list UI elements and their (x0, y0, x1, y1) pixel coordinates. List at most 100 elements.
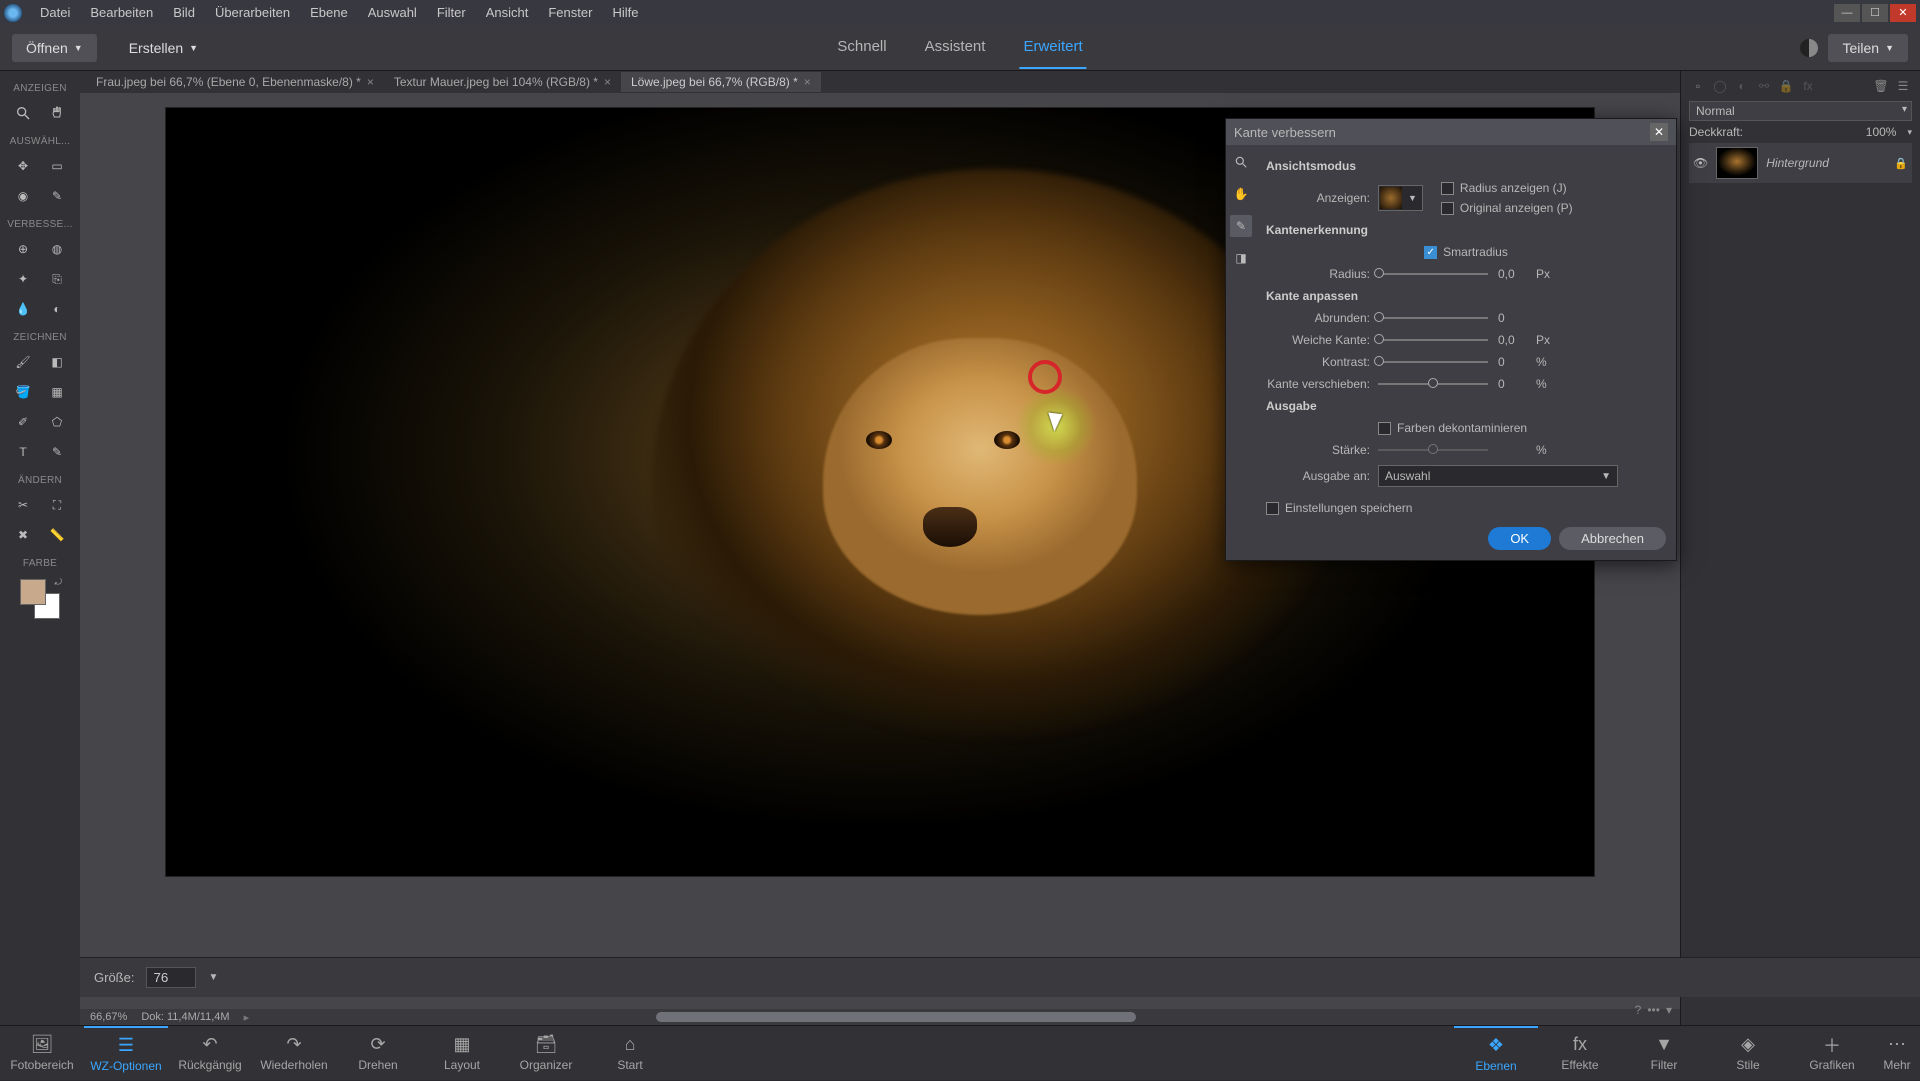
chevron-down-icon[interactable]: ▼ (208, 972, 218, 983)
more-icon[interactable]: ••• (1647, 1003, 1660, 1017)
feather-slider[interactable] (1378, 339, 1488, 341)
menu-select[interactable]: Auswahl (358, 5, 427, 20)
remember-checkbox[interactable] (1266, 502, 1279, 515)
minimize-button[interactable]: — (1834, 4, 1860, 22)
redo-button[interactable]: ↷Wiederholen (252, 1026, 336, 1081)
blur-tool-icon[interactable]: 💧 (9, 296, 37, 322)
organizer-button[interactable]: 🗃Organizer (504, 1026, 588, 1081)
redeye-tool-icon[interactable]: ⊕ (9, 236, 37, 262)
erase-refine-tool-icon[interactable]: ◨ (1230, 247, 1252, 269)
doc-tab[interactable]: Textur Mauer.jpeg bei 104% (RGB/8) *× (384, 72, 621, 92)
menu-window[interactable]: Fenster (538, 5, 602, 20)
hand-tool-icon[interactable]: ✋ (1230, 183, 1252, 205)
cancel-button[interactable]: Abbrechen (1559, 527, 1666, 550)
quick-select-tool-icon[interactable]: ✎ (43, 183, 71, 209)
brush-tool-icon[interactable]: 🖌 (9, 349, 37, 375)
sponge-tool-icon[interactable]: ◐ (43, 296, 71, 322)
layout-button[interactable]: ▦Layout (420, 1026, 504, 1081)
mode-guided[interactable]: Assistent (921, 26, 990, 69)
clone-tool-icon[interactable]: ⎘ (43, 266, 71, 292)
horizontal-scrollbar[interactable]: 66,67% Dok: 11,4M/11,4M ▸ (80, 1009, 1680, 1025)
menu-layer[interactable]: Ebene (300, 5, 358, 20)
menu-enhance[interactable]: Überarbeiten (205, 5, 300, 20)
blend-mode-select[interactable]: Normal (1689, 101, 1912, 121)
opacity-value[interactable]: 100% (1866, 125, 1897, 139)
show-original-checkbox[interactable] (1441, 202, 1454, 215)
open-button[interactable]: Öffnen▼ (12, 34, 97, 62)
zoom-tool-icon[interactable] (1230, 151, 1252, 173)
view-mode-select[interactable]: ▼ (1378, 185, 1423, 211)
menu-help[interactable]: Hilfe (602, 5, 648, 20)
smart-brush-tool-icon[interactable]: ✦ (9, 266, 37, 292)
move-tool-icon[interactable]: ✥ (9, 153, 37, 179)
doc-tab[interactable]: Löwe.jpeg bei 66,7% (RGB/8) *× (621, 72, 821, 92)
maximize-button[interactable]: ☐ (1862, 4, 1888, 22)
styles-button[interactable]: ◈Stile (1706, 1026, 1790, 1081)
shift-slider[interactable] (1378, 383, 1488, 385)
content-move-tool-icon[interactable]: ✖ (9, 522, 37, 548)
layer-name[interactable]: Hintergrund (1766, 156, 1886, 170)
output-to-select[interactable]: Auswahl▼ (1378, 465, 1618, 487)
smooth-slider[interactable] (1378, 317, 1488, 319)
type-tool-icon[interactable]: T (9, 439, 37, 465)
shape-tool-icon[interactable]: ⬠ (43, 409, 71, 435)
menu-image[interactable]: Bild (163, 5, 205, 20)
eraser-tool-icon[interactable]: ◧ (43, 349, 71, 375)
feather-value[interactable]: 0,0 (1498, 333, 1536, 347)
decontaminate-checkbox[interactable] (1378, 422, 1391, 435)
layer-row[interactable]: 👁 Hintergrund 🔒 (1689, 143, 1912, 183)
doc-tab[interactable]: Frau.jpeg bei 66,7% (Ebene 0, Ebenenmask… (86, 72, 384, 92)
color-swatch[interactable]: ⤾ (20, 579, 60, 619)
dialog-titlebar[interactable]: Kante verbessern ✕ (1226, 119, 1676, 145)
radius-slider[interactable] (1378, 273, 1488, 275)
panel-menu-icon[interactable]: ☰ (1894, 77, 1912, 95)
rotate-button[interactable]: ⟳Drehen (336, 1026, 420, 1081)
crop-tool-icon[interactable]: ✂ (9, 492, 37, 518)
effects-button[interactable]: fxEffekte (1538, 1026, 1622, 1081)
show-radius-checkbox[interactable] (1441, 182, 1454, 195)
hand-tool-icon[interactable] (43, 100, 71, 126)
undo-button[interactable]: ↶Rückgängig (168, 1026, 252, 1081)
dialog-close-button[interactable]: ✕ (1650, 123, 1668, 141)
filters-button[interactable]: ▼Filter (1622, 1026, 1706, 1081)
layer-thumbnail[interactable] (1716, 147, 1758, 179)
close-tab-icon[interactable]: × (604, 75, 611, 89)
home-button[interactable]: ⌂Start (588, 1026, 672, 1081)
trash-icon[interactable]: 🗑 (1872, 77, 1890, 95)
smooth-value[interactable]: 0 (1498, 311, 1536, 325)
help-icon[interactable]: ? (1635, 1003, 1642, 1017)
menu-view[interactable]: Ansicht (476, 5, 539, 20)
refine-brush-tool-icon[interactable]: ✎ (1230, 215, 1252, 237)
mode-expert[interactable]: Erweitert (1019, 26, 1086, 69)
close-tab-icon[interactable]: × (367, 75, 374, 89)
chevron-down-icon[interactable]: ▾ (1907, 127, 1912, 138)
menu-filter[interactable]: Filter (427, 5, 476, 20)
shift-value[interactable]: 0 (1498, 377, 1536, 391)
spot-heal-tool-icon[interactable]: ◍ (43, 236, 71, 262)
menu-file[interactable]: Datei (30, 5, 80, 20)
chevron-right-icon[interactable]: ▸ (244, 1011, 250, 1024)
gradient-tool-icon[interactable]: ▦ (43, 379, 71, 405)
more-button[interactable]: ⋯Mehr (1874, 1026, 1920, 1081)
marquee-tool-icon[interactable]: ▭ (43, 153, 71, 179)
share-button[interactable]: Teilen▼ (1828, 34, 1908, 62)
theme-toggle-icon[interactable] (1800, 39, 1818, 57)
photo-bin-button[interactable]: 🖼Fotobereich (0, 1026, 84, 1081)
create-button[interactable]: Erstellen▼ (115, 34, 212, 62)
picker-tool-icon[interactable]: ✐ (9, 409, 37, 435)
scrollbar-thumb[interactable] (656, 1012, 1136, 1022)
zoom-tool-icon[interactable] (9, 100, 37, 126)
visibility-icon[interactable]: 👁 (1693, 156, 1708, 170)
menu-edit[interactable]: Bearbeiten (80, 5, 163, 20)
new-layer-icon[interactable]: ▫ (1689, 77, 1707, 95)
size-input[interactable] (146, 967, 196, 988)
contrast-value[interactable]: 0 (1498, 355, 1536, 369)
foreground-color[interactable] (20, 579, 46, 605)
ok-button[interactable]: OK (1488, 527, 1551, 550)
mode-quick[interactable]: Schnell (833, 26, 890, 69)
fill-tool-icon[interactable]: 🪣 (9, 379, 37, 405)
graphics-button[interactable]: ＋Grafiken (1790, 1026, 1874, 1081)
contrast-slider[interactable] (1378, 361, 1488, 363)
straighten-tool-icon[interactable]: 📏 (43, 522, 71, 548)
pencil-tool-icon[interactable]: ✎ (43, 439, 71, 465)
